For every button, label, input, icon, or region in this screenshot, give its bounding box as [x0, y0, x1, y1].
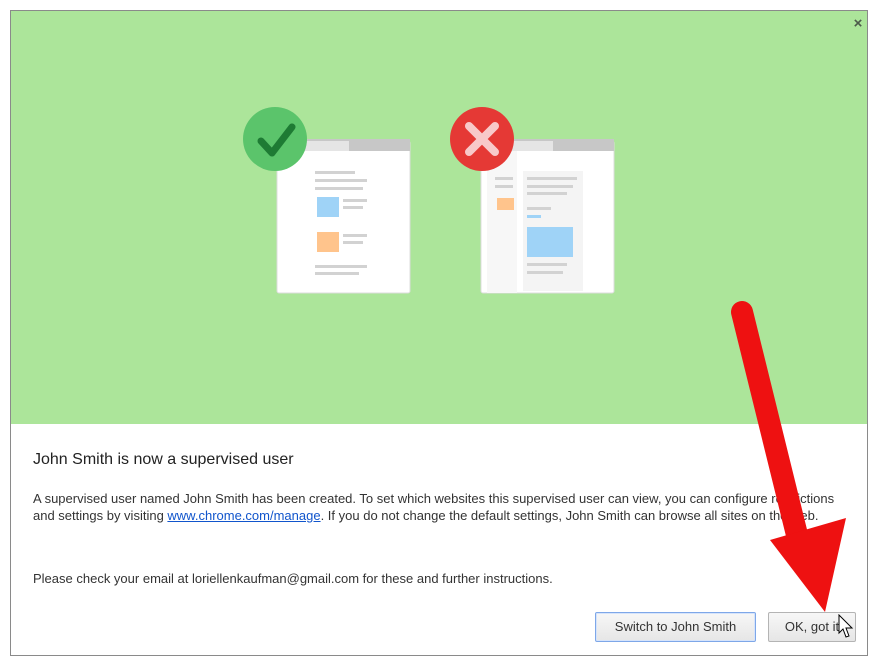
x-icon	[450, 107, 514, 171]
close-button[interactable]: ×	[851, 16, 865, 31]
check-icon	[243, 107, 307, 171]
supervised-user-dialog: × John Smith is now a supervised user A …	[10, 10, 868, 656]
website-permissions-illustration	[243, 107, 615, 294]
email-instructions: Please check your email at loriellenkauf…	[33, 571, 553, 586]
description-text-end: . If you do not change the default setti…	[320, 508, 819, 523]
mouse-cursor-icon	[838, 614, 854, 638]
dialog-title: John Smith is now a supervised user	[33, 451, 294, 468]
dialog-description: A supervised user named John Smith has b…	[33, 490, 848, 524]
manage-link[interactable]: www.chrome.com/manage	[167, 508, 320, 523]
hero-banner: ×	[11, 11, 867, 424]
switch-to-user-button[interactable]: Switch to John Smith	[595, 612, 756, 642]
